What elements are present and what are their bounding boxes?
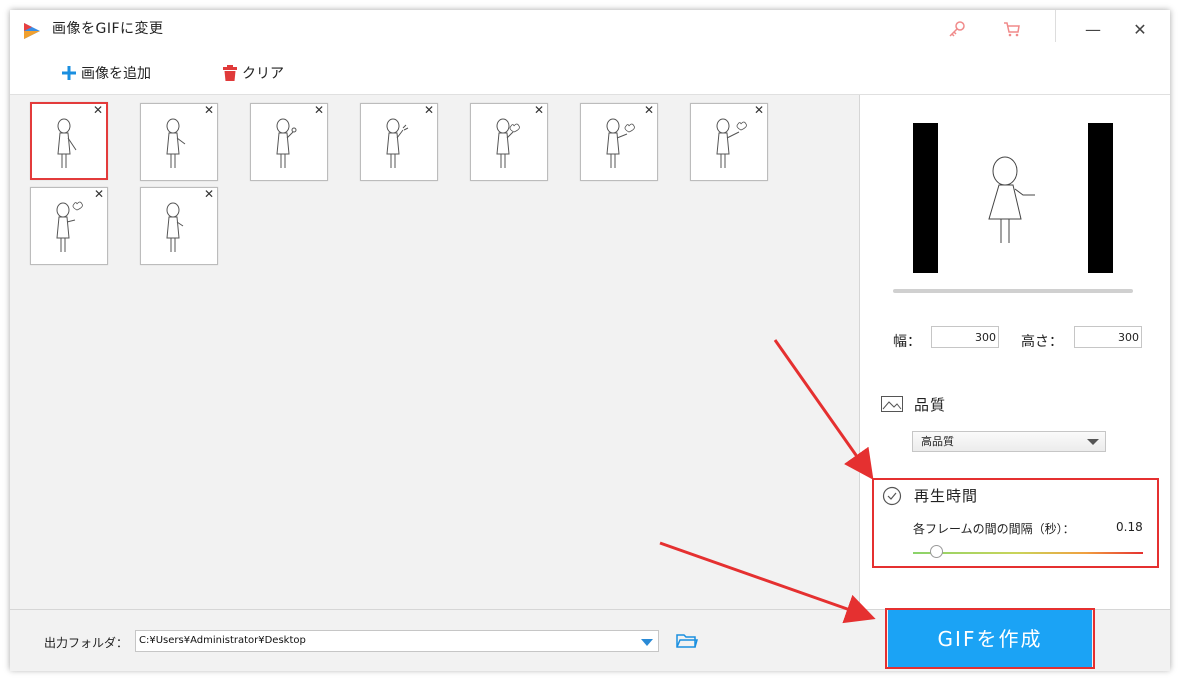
add-image-button[interactable]: 画像を追加 — [62, 62, 151, 84]
gif-preview — [913, 123, 1113, 273]
key-icon[interactable] — [947, 19, 967, 39]
toolbar: 画像を追加 クリア — [10, 52, 1170, 95]
duration-highlight-box — [872, 478, 1159, 568]
plus-icon — [62, 66, 76, 80]
clear-label: クリア — [242, 66, 284, 82]
stick-figure-image — [716, 118, 747, 168]
thumbnail-3[interactable]: ✕ — [250, 103, 328, 181]
minimize-button[interactable]: — — [1083, 20, 1103, 40]
remove-thumbnail-icon[interactable]: ✕ — [204, 104, 214, 117]
width-label: 幅： — [893, 334, 921, 350]
stick-figure-image — [606, 118, 635, 168]
title-bar: 画像をGIFに変更 — ✕ — [10, 10, 1170, 52]
remove-thumbnail-icon[interactable]: ✕ — [314, 104, 324, 117]
remove-thumbnail-icon[interactable]: ✕ — [754, 104, 764, 117]
thumbnail-8[interactable]: ✕ — [30, 187, 108, 265]
close-button[interactable]: ✕ — [1130, 20, 1150, 40]
trash-icon — [223, 65, 237, 81]
thumbnail-2[interactable]: ✕ — [140, 103, 218, 181]
image-quality-icon — [881, 396, 903, 412]
thumbnail-9[interactable]: ✕ — [140, 187, 218, 265]
output-folder-path: C:¥Users¥Administrator¥Desktop — [139, 635, 306, 646]
width-input[interactable]: 300 — [931, 326, 999, 348]
window-title: 画像をGIFに変更 — [52, 21, 164, 37]
height-label: 高さ： — [1021, 334, 1063, 350]
stick-figure-image — [386, 118, 409, 168]
thumbnail-4[interactable]: ✕ — [360, 103, 438, 181]
create-gif-highlight-box — [885, 608, 1095, 669]
quality-select[interactable]: 高品質 — [912, 431, 1106, 452]
clear-button[interactable]: クリア — [223, 62, 284, 84]
app-logo-icon — [24, 23, 40, 39]
output-folder-input[interactable]: C:¥Users¥Administrator¥Desktop — [135, 630, 659, 652]
remove-thumbnail-icon[interactable]: ✕ — [204, 188, 214, 201]
stick-figure-image — [496, 118, 520, 168]
quality-label: 品質 — [914, 396, 947, 414]
thumbnail-area: ✕ ✕ ✕ ✕ ✕ ✕ ✕ ✕ ✕ — [10, 95, 860, 609]
stick-figure-image — [56, 201, 83, 252]
remove-thumbnail-icon[interactable]: ✕ — [93, 104, 103, 117]
thumbnail-1[interactable]: ✕ — [30, 102, 108, 180]
remove-thumbnail-icon[interactable]: ✕ — [424, 104, 434, 117]
stick-figure-image — [276, 118, 297, 168]
dropdown-arrow-icon[interactable] — [641, 639, 653, 646]
app-window: 画像をGIFに変更 — ✕ 画像を追加 クリア ✕ ✕ ✕ ✕ ✕ ✕ ✕ ✕ … — [10, 10, 1170, 671]
stick-figure-image — [57, 118, 77, 168]
titlebar-divider — [1055, 10, 1056, 42]
stick-figure-image — [166, 118, 186, 168]
quality-value: 高品質 — [921, 435, 954, 448]
thumbnail-5[interactable]: ✕ — [470, 103, 548, 181]
preview-progress-bar[interactable] — [893, 289, 1133, 293]
remove-thumbnail-icon[interactable]: ✕ — [644, 104, 654, 117]
output-folder-label: 出力フォルダ： — [44, 636, 129, 650]
bottom-bar: 出力フォルダ： C:¥Users¥Administrator¥Desktop G… — [10, 608, 1170, 671]
add-image-label: 画像を追加 — [81, 66, 151, 82]
dropdown-arrow-icon — [1087, 439, 1099, 445]
remove-thumbnail-icon[interactable]: ✕ — [94, 188, 104, 201]
thumbnail-6[interactable]: ✕ — [580, 103, 658, 181]
thumbnail-7[interactable]: ✕ — [690, 103, 768, 181]
remove-thumbnail-icon[interactable]: ✕ — [534, 104, 544, 117]
cart-icon[interactable] — [1002, 19, 1022, 39]
height-input[interactable]: 300 — [1074, 326, 1142, 348]
stick-figure-image — [166, 202, 184, 252]
folder-icon[interactable] — [676, 633, 698, 649]
